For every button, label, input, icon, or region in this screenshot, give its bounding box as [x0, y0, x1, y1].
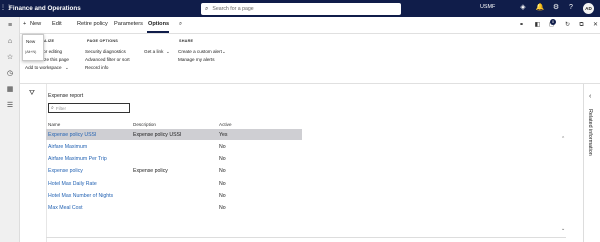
advanced-filter-button[interactable]: Advanced filter or sort: [85, 57, 130, 62]
search-placeholder: Search for a page: [212, 6, 254, 12]
new-menu-shortcut: (Alt+N): [25, 50, 37, 54]
new-menu-item[interactable]: New: [26, 39, 35, 44]
cell-name[interactable]: Hotel Max Number of Nights: [48, 193, 113, 199]
related-information-label[interactable]: Related information: [587, 109, 593, 156]
table-row[interactable]: Hotel Max Daily Rate No: [46, 178, 302, 189]
clock-icon[interactable]: ◷: [5, 69, 15, 79]
star-icon[interactable]: ☆: [5, 53, 15, 63]
table-row[interactable]: Airfare Maximum No: [46, 141, 302, 152]
filter-placeholder: Filter: [55, 105, 67, 111]
grid-scrollbar[interactable]: ⌃ ⌄: [561, 128, 567, 238]
cell-name[interactable]: Max Meal Cost: [48, 205, 83, 211]
manage-alerts-button[interactable]: Manage my alerts: [178, 57, 215, 62]
search-box[interactable]: ⌕ Search for a page: [201, 3, 401, 15]
cell-name[interactable]: Expense policy USSI: [48, 132, 96, 138]
search-icon: ⌕: [205, 5, 209, 12]
new-menu-popup: New (Alt+N): [22, 34, 44, 61]
table-row[interactable]: Expense policy Expense policy No: [46, 166, 302, 177]
plus-icon: +: [23, 21, 27, 27]
cell-active: No: [219, 180, 226, 187]
security-diagnostics-button[interactable]: Security diagnostics: [85, 49, 126, 54]
grid-filter-input[interactable]: ⌕ Filter: [48, 103, 130, 113]
window-icon[interactable]: ⧉: [577, 21, 586, 30]
cell-active: No: [219, 156, 226, 163]
group-title-share: SHARE: [179, 39, 194, 43]
group-title-page-options: PAGE OPTIONS: [87, 39, 119, 43]
list-icon[interactable]: ☰: [5, 101, 15, 111]
action-search-icon[interactable]: ⌕: [179, 21, 182, 28]
home-icon[interactable]: ⌂: [5, 37, 15, 47]
chevron-up-icon[interactable]: ⌃: [561, 136, 565, 142]
gear-icon[interactable]: ⚙: [551, 3, 561, 13]
edit-button[interactable]: Edit: [52, 21, 62, 27]
table-row[interactable]: Expense policy USSI Expense policy USSI Ye…: [46, 129, 302, 140]
waffle-icon[interactable]: ⋮⋮: [0, 3, 12, 13]
link-icon[interactable]: ⚭: [517, 21, 526, 30]
close-icon[interactable]: ✕: [591, 21, 600, 30]
top-bar: ⋮⋮ Finance and Operations ⌕ Search for a…: [0, 0, 600, 17]
avatar[interactable]: AD: [583, 3, 594, 14]
notification-badge: 0: [550, 19, 556, 25]
cell-description: Expense policy USSI: [133, 131, 182, 138]
office-icon[interactable]: ◧: [533, 21, 542, 30]
chevron-down-icon: ⌄: [65, 65, 69, 70]
app-title[interactable]: Finance and Operations: [9, 5, 81, 12]
action-bar: + New Edit Retire policy Parameters Opti…: [20, 17, 600, 34]
new-button[interactable]: New: [30, 21, 41, 27]
hamburger-icon[interactable]: ≡: [5, 21, 15, 31]
company-selector[interactable]: USMF: [480, 4, 495, 10]
cell-active: No: [219, 205, 226, 212]
column-header-active[interactable]: Active: [219, 122, 232, 127]
cell-name[interactable]: Airfare Maximum: [48, 144, 87, 150]
grid-bottom-border: [46, 237, 566, 238]
tab-options[interactable]: Options: [148, 21, 169, 27]
cell-active: Yes: [219, 131, 228, 138]
selected-tab-indicator: [147, 31, 169, 33]
record-info-button[interactable]: Record info: [85, 65, 109, 70]
filter-icon[interactable]: ⛛: [29, 90, 35, 98]
chevron-down-icon: ⌄: [166, 49, 170, 54]
table-row[interactable]: Max Meal Cost No: [46, 203, 302, 214]
left-nav: ≡ ⌂ ☆ ◷ ▦ ☰: [0, 17, 20, 242]
add-to-workspace-button[interactable]: Add to workspace: [25, 65, 62, 70]
main-content: ⛛ Expense report ⌕ Filter Name Descripti…: [20, 84, 583, 242]
refresh-icon[interactable]: ↻: [563, 21, 572, 30]
notification-icon[interactable]: 🔔: [535, 3, 545, 13]
tab-parameters[interactable]: Parameters: [114, 21, 143, 27]
chevron-left-icon[interactable]: ‹: [589, 93, 591, 100]
grid-title: Expense report: [48, 93, 84, 99]
cell-active: No: [219, 168, 226, 175]
column-header-name[interactable]: Name: [48, 122, 60, 127]
get-a-link-button[interactable]: Get a link: [144, 49, 163, 54]
create-custom-alert-button[interactable]: Create a custom alert: [178, 49, 222, 54]
column-header-description[interactable]: Description: [133, 122, 156, 127]
search-icon: ⌕: [51, 105, 54, 111]
cell-name[interactable]: Hotel Max Daily Rate: [48, 181, 97, 187]
help-icon[interactable]: ?: [566, 3, 576, 13]
retire-policy-button[interactable]: Retire policy: [77, 21, 108, 27]
table-row[interactable]: Hotel Max Number of Nights No: [46, 191, 302, 202]
cell-active: No: [219, 193, 226, 199]
chevron-down-icon: ⌄: [222, 49, 226, 54]
options-ribbon: PERSONALIZE Turn on for editing Personal…: [20, 34, 600, 84]
cell-active: No: [219, 143, 226, 150]
table-row[interactable]: Airfare Maximum Per Trip No: [46, 154, 302, 165]
chevron-down-icon[interactable]: ⌄: [561, 226, 565, 232]
grid-icon[interactable]: ▦: [5, 85, 15, 95]
cell-name[interactable]: Airfare Maximum Per Trip: [48, 156, 107, 162]
cell-name[interactable]: Expense policy: [48, 168, 83, 174]
diamond-icon[interactable]: ◈: [518, 3, 528, 13]
related-information-panel[interactable]: ‹ Related information: [583, 84, 600, 242]
cell-description: Expense policy: [133, 168, 168, 175]
